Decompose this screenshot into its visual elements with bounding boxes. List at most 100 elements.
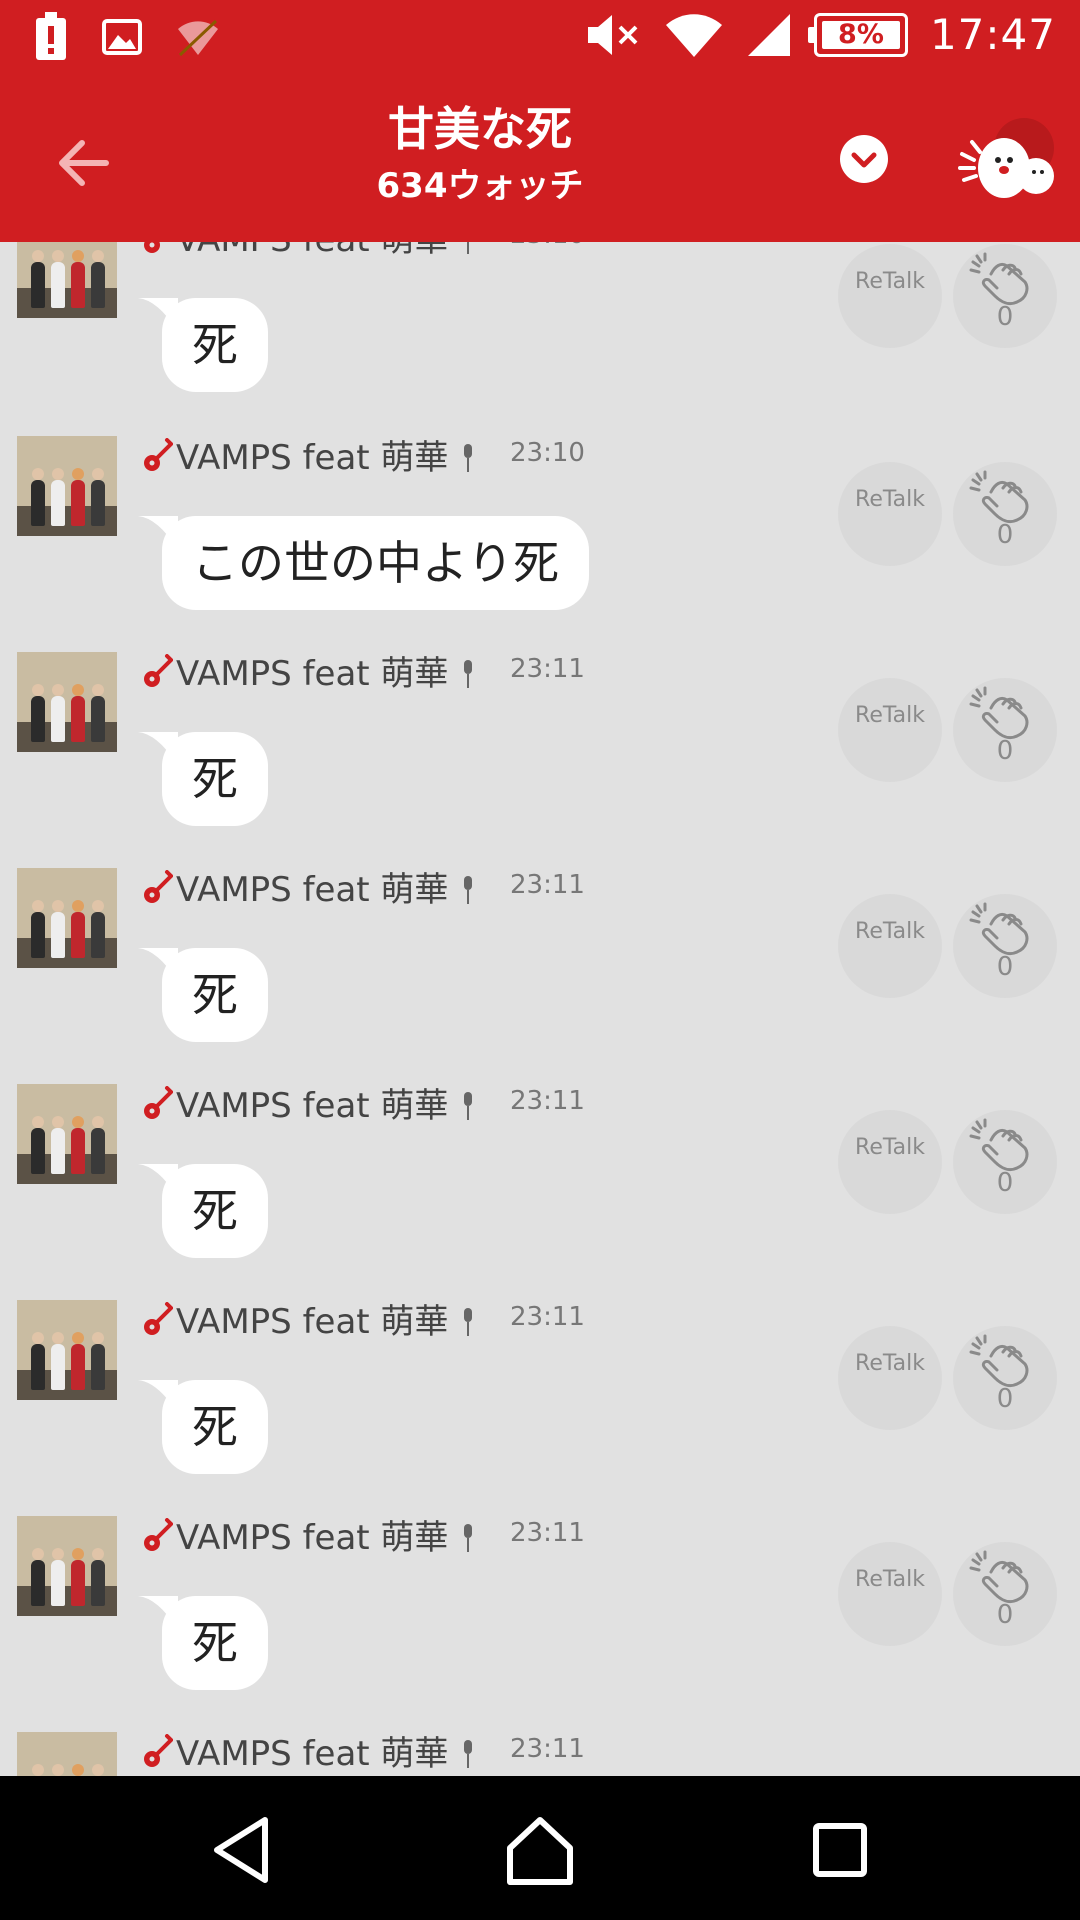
- avatar[interactable]: [17, 1084, 117, 1184]
- recents-icon[interactable]: [800, 1810, 880, 1890]
- clap-icon: [969, 1334, 1029, 1388]
- username[interactable]: VAMPS feat 萌華: [176, 242, 448, 261]
- clap-count: 0: [996, 736, 1014, 766]
- microphone-icon: [464, 1740, 472, 1768]
- chat-list[interactable]: VAMPS feat 萌華 23:10 死 ReTalk 0: [0, 242, 1080, 1776]
- timestamp: 23:10: [510, 242, 585, 250]
- microphone-icon: [464, 876, 472, 904]
- retalk-button[interactable]: ReTalk: [838, 1110, 942, 1214]
- battery-icon: 8%: [807, 12, 908, 57]
- message-row: VAMPS feat 萌華 23:11: [0, 1732, 1080, 1776]
- avatar[interactable]: [17, 1732, 117, 1776]
- username[interactable]: VAMPS feat 萌華: [176, 646, 448, 695]
- username[interactable]: VAMPS feat 萌華: [176, 862, 448, 911]
- alert-icon: [36, 12, 66, 60]
- clap-icon: [969, 252, 1029, 306]
- guitar-icon: [144, 1302, 173, 1335]
- battery-level: 8%: [838, 19, 884, 50]
- status-bar: 8% 17:47: [0, 0, 1080, 78]
- avatar[interactable]: [17, 1516, 117, 1616]
- watch-count: 634ウォッチ: [376, 166, 584, 206]
- message-bubble[interactable]: 死: [162, 1380, 268, 1474]
- retalk-button[interactable]: ReTalk: [838, 462, 942, 566]
- message-row: VAMPS feat 萌華 23:10 この世の中より死 ReTalk 0: [0, 436, 1080, 652]
- page-title: 甘美な死: [388, 102, 572, 156]
- username[interactable]: VAMPS feat 萌華: [176, 1294, 448, 1343]
- timestamp: 23:11: [510, 870, 585, 900]
- retalk-button[interactable]: ReTalk: [838, 678, 942, 782]
- avatar[interactable]: [17, 1300, 117, 1400]
- clap-button[interactable]: 0: [953, 894, 1057, 998]
- back-triangle-icon[interactable]: [203, 1810, 283, 1890]
- avatar[interactable]: [17, 242, 117, 318]
- home-icon[interactable]: [500, 1810, 580, 1890]
- message-bubble[interactable]: 死: [162, 1164, 268, 1258]
- message-row: VAMPS feat 萌華 23:11 死 ReTalk 0: [0, 1516, 1080, 1732]
- chevron-down-icon: [851, 152, 877, 168]
- timestamp: 23:11: [510, 1302, 585, 1332]
- avatar[interactable]: [17, 868, 117, 968]
- guitar-icon: [144, 1734, 173, 1767]
- clock: 17:47: [929, 10, 1056, 59]
- message-row: VAMPS feat 萌華 23:10 死 ReTalk 0: [0, 242, 1080, 434]
- username[interactable]: VAMPS feat 萌華: [176, 1510, 448, 1559]
- clap-button[interactable]: 0: [953, 462, 1057, 566]
- clap-count: 0: [996, 952, 1014, 982]
- microphone-icon: [464, 1308, 472, 1336]
- message-row: VAMPS feat 萌華 23:11 死 ReTalk 0: [0, 868, 1080, 1084]
- timestamp: 23:11: [510, 1518, 585, 1548]
- retalk-button[interactable]: ReTalk: [838, 1326, 942, 1430]
- microphone-icon: [467, 242, 469, 254]
- message-row: VAMPS feat 萌華 23:11 死 ReTalk 0: [0, 1084, 1080, 1300]
- clap-icon: [969, 1118, 1029, 1172]
- clap-icon: [969, 470, 1029, 524]
- mascot-icon[interactable]: [956, 116, 1056, 206]
- clap-button[interactable]: 0: [953, 244, 1057, 348]
- microphone-icon: [464, 444, 472, 472]
- clap-icon: [969, 902, 1029, 956]
- message-bubble[interactable]: 死: [162, 298, 268, 392]
- username[interactable]: VAMPS feat 萌華: [176, 430, 448, 479]
- navigation-bar: [0, 1776, 1080, 1920]
- message-row: VAMPS feat 萌華 23:11 死 ReTalk 0: [0, 1300, 1080, 1516]
- clap-button[interactable]: 0: [953, 1326, 1057, 1430]
- username[interactable]: VAMPS feat 萌華: [176, 1078, 448, 1127]
- message-row: VAMPS feat 萌華 23:11 死 ReTalk 0: [0, 652, 1080, 868]
- retalk-button[interactable]: ReTalk: [838, 1542, 942, 1646]
- microphone-icon: [464, 660, 472, 688]
- avatar[interactable]: [17, 652, 117, 752]
- retalk-button[interactable]: ReTalk: [838, 894, 942, 998]
- guitar-icon: [144, 1086, 173, 1119]
- clap-icon: [969, 1550, 1029, 1604]
- dropdown-button[interactable]: [840, 135, 888, 183]
- avatar[interactable]: [17, 436, 117, 536]
- clap-count: 0: [996, 1600, 1014, 1630]
- microphone-icon: [464, 1092, 472, 1120]
- clap-button[interactable]: 0: [953, 678, 1057, 782]
- message-bubble[interactable]: 死: [162, 1596, 268, 1690]
- guitar-icon: [144, 1518, 173, 1551]
- clap-icon: [969, 686, 1029, 740]
- message-bubble[interactable]: 死: [162, 948, 268, 1042]
- guitar-icon: [144, 870, 173, 903]
- retalk-button[interactable]: ReTalk: [838, 244, 942, 348]
- timestamp: 23:11: [510, 1734, 585, 1764]
- timestamp: 23:11: [510, 1086, 585, 1116]
- mute-icon: [587, 14, 638, 55]
- username[interactable]: VAMPS feat 萌華: [176, 1726, 448, 1775]
- message-bubble[interactable]: この世の中より死: [162, 516, 590, 610]
- clap-button[interactable]: 0: [953, 1542, 1057, 1646]
- guitar-icon: [144, 242, 160, 253]
- guitar-icon: [144, 438, 173, 471]
- signal-icon: [747, 13, 790, 56]
- guitar-icon: [144, 654, 173, 687]
- clap-count: 0: [996, 520, 1014, 550]
- app-header: 甘美な死 634ウォッチ: [0, 78, 1080, 242]
- title-block: 甘美な死 634ウォッチ: [0, 96, 960, 210]
- clap-count: 0: [996, 1384, 1014, 1414]
- image-icon: [102, 19, 142, 55]
- clap-button[interactable]: 0: [953, 1110, 1057, 1214]
- message-bubble[interactable]: 死: [162, 732, 268, 826]
- timestamp: 23:10: [510, 438, 585, 468]
- clap-count: 0: [996, 1168, 1014, 1198]
